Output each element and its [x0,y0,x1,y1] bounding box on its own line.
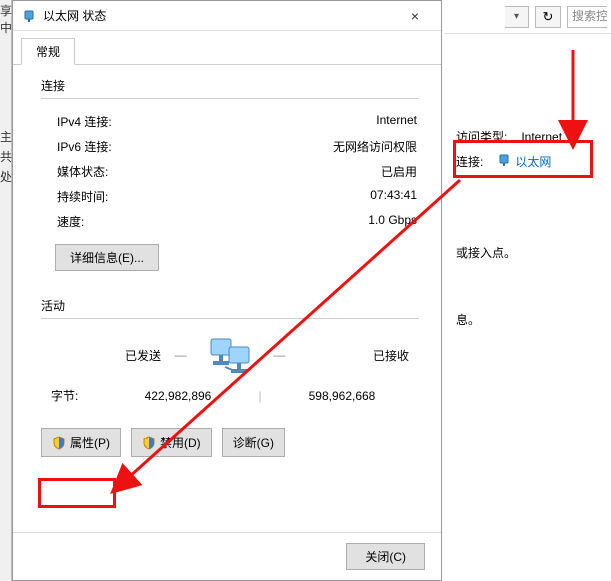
refresh-icon: ↻ [543,9,554,25]
duration-value: 07:43:41 [370,188,417,205]
speed-label: 速度: [57,213,84,230]
refresh-button[interactable]: ↻ [535,6,561,28]
received-label: 已接收 [299,347,409,364]
dialog-content: 连接 IPv4 连接: Internet IPv6 连接: 无网络访问权限 媒体… [13,65,441,532]
right-text-2: 息。 [456,311,605,328]
media-state-label: 媒体状态: [57,163,108,180]
ethernet-link[interactable]: 以太网 [497,153,551,170]
shield-icon [52,436,66,450]
connections-label: 连接: [456,153,483,170]
access-type-value: Internet [521,130,562,144]
ethernet-link-label: 以太网 [515,153,551,170]
ethernet-status-dialog: 以太网 状态 × 常规 连接 IPv4 连接: Internet IPv6 连接… [12,0,442,581]
ipv4-label: IPv4 连接: [57,113,112,130]
close-button-label: 关闭(C) [365,550,406,564]
properties-button-label: 属性(P) [70,434,110,451]
right-text-1: 或接入点。 [456,244,605,261]
disable-button[interactable]: 禁用(D) [131,428,212,457]
activity-header-row: 已发送 — — 已接收 [41,329,419,381]
parent-window-right: ▾ ↻ 搜索控 访问类型: Internet 连接: 以太网 或接入点。 息。 [444,0,611,581]
media-state-value: 已启用 [381,163,417,180]
activity-section-label: 活动 [41,297,419,314]
ethernet-icon [21,8,37,24]
bytes-recv-value: 598,962,668 [275,389,409,403]
parent-window-left-edge: 享中 主 共 处 [0,0,12,581]
connection-section-label: 连接 [41,77,419,94]
dialog-title: 以太网 状态 [43,7,395,24]
activity-section-rule [41,318,419,319]
details-button-label: 详细信息(E)... [70,251,144,265]
diagnose-button[interactable]: 诊断(G) [222,428,285,457]
diagnose-button-label: 诊断(G) [233,434,274,451]
access-type-label: 访问类型: [456,128,507,145]
bytes-label: 字节: [51,387,111,404]
search-input[interactable]: 搜索控 [567,6,607,28]
shield-icon [142,436,156,450]
speed-value: 1.0 Gbps [368,213,417,230]
address-dropdown-arrow[interactable]: ▾ [505,6,529,28]
tab-general-label: 常规 [36,45,60,59]
connection-section-rule [41,98,419,99]
search-placeholder: 搜索控 [572,9,607,23]
action-button-row: 属性(P) 禁用(D) 诊断(G) [41,428,419,457]
network-activity-icon [200,335,260,375]
dialog-button-bar: 关闭(C) [13,532,441,580]
ipv6-label: IPv6 连接: [57,138,112,155]
ipv4-value: Internet [376,113,417,130]
ipv6-value: 无网络访问权限 [333,138,417,155]
activity-bytes-row: 字节: 422,982,896 | 598,962,668 [41,381,419,410]
dialog-titlebar: 以太网 状态 × [13,1,441,31]
address-toolbar: ▾ ↻ 搜索控 [444,0,611,34]
tab-general[interactable]: 常规 [21,38,75,65]
dialog-close-button[interactable]: × [395,2,435,30]
bytes-sep: | [245,389,275,403]
close-icon: × [411,8,419,24]
activity-dash-right: — [268,348,292,362]
activity-dash-left: — [169,348,193,362]
chevron-down-icon: ▾ [514,11,519,22]
sent-label: 已发送 [51,347,161,364]
disable-button-label: 禁用(D) [160,434,201,451]
duration-label: 持续时间: [57,188,108,205]
close-button[interactable]: 关闭(C) [346,543,425,570]
bytes-sent-value: 422,982,896 [111,389,245,403]
ethernet-icon [497,153,511,170]
properties-button[interactable]: 属性(P) [41,428,121,457]
tab-strip: 常规 [13,31,441,65]
details-button[interactable]: 详细信息(E)... [55,244,159,271]
